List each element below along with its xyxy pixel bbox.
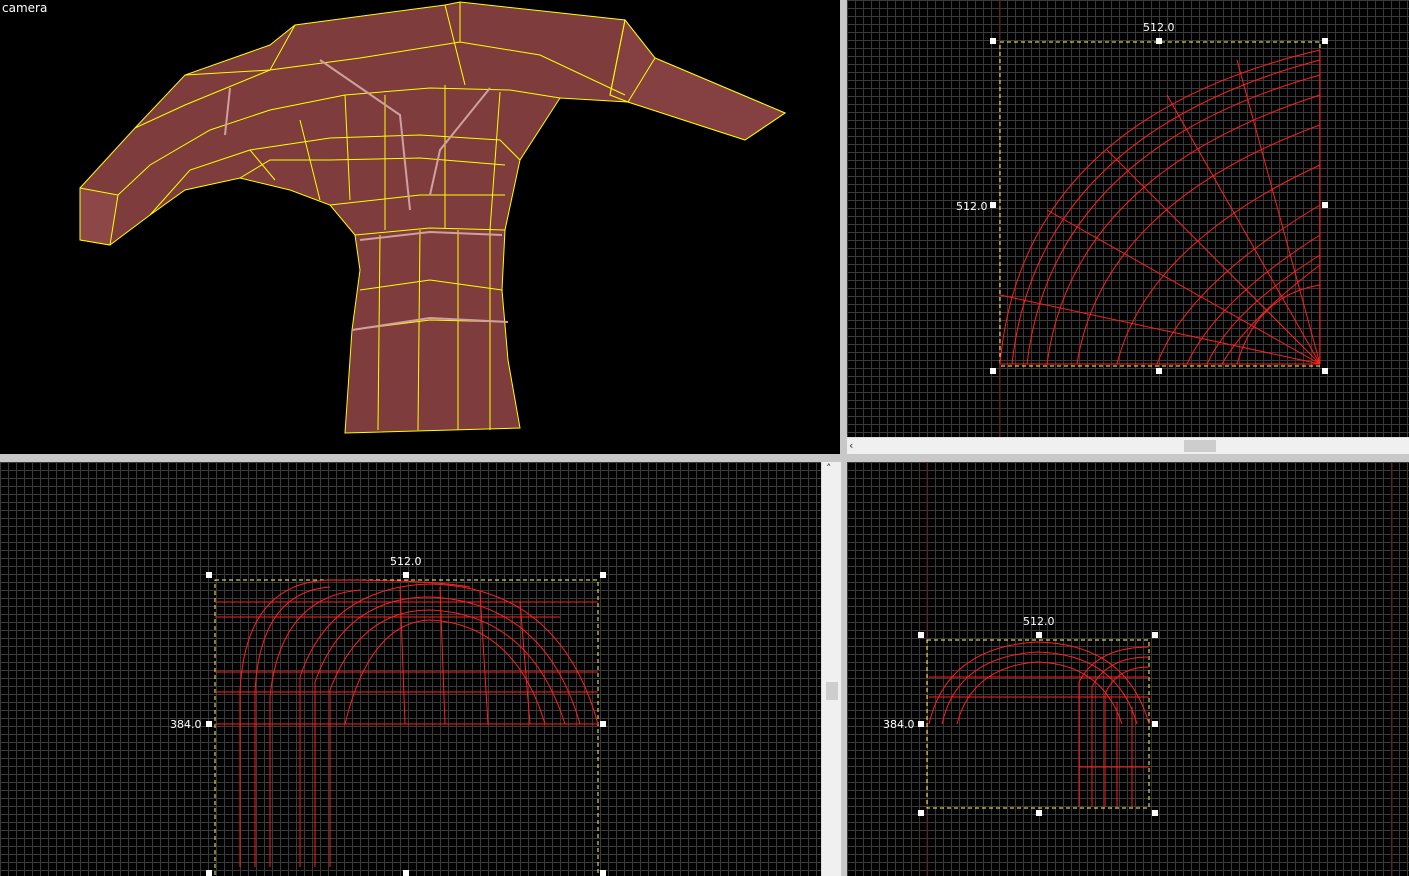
scroll-thumb[interactable] <box>826 682 838 700</box>
front-viewport[interactable]: 512.0 384.0 <box>0 462 821 876</box>
top-wireframe: 512.0 512.0 <box>956 0 1328 437</box>
viewport-splitter-vertical[interactable] <box>840 0 847 876</box>
front-wireframe: 512.0 384.0 <box>170 555 606 876</box>
top-viewport[interactable]: 512.0 512.0 <box>847 0 1409 437</box>
selection-box <box>214 579 599 876</box>
vault-top-arm <box>609 18 787 141</box>
top-arches <box>999 49 1321 365</box>
scroll-up-icon[interactable]: ˄ <box>826 462 832 475</box>
scroll-thumb[interactable] <box>1184 440 1216 452</box>
camera-label: camera <box>2 1 48 15</box>
side-height-label: 384.0 <box>883 718 915 731</box>
front-vertical-scrollbar[interactable]: ˄ <box>821 462 841 876</box>
side-width-label: 512.0 <box>1023 615 1055 628</box>
front-width-label: 512.0 <box>390 555 422 568</box>
selection-box <box>926 639 1150 809</box>
side-viewport[interactable]: 512.0 384.0 <box>847 462 1409 876</box>
top-horizontal-scrollbar[interactable]: ‹ <box>847 437 1409 454</box>
scroll-left-icon[interactable]: ‹ <box>849 439 853 452</box>
side-arches <box>928 641 1150 807</box>
front-arches <box>215 579 599 867</box>
side-wireframe: 512.0 384.0 <box>883 462 1393 876</box>
top-height-label: 512.0 <box>956 200 988 213</box>
camera-render <box>79 1 787 434</box>
top-width-label: 512.0 <box>1143 21 1175 34</box>
front-height-label: 384.0 <box>170 718 202 731</box>
camera-viewport[interactable]: camera <box>0 0 840 454</box>
vault-surface <box>79 1 787 434</box>
viewport-splitter-horizontal[interactable] <box>0 454 1409 462</box>
